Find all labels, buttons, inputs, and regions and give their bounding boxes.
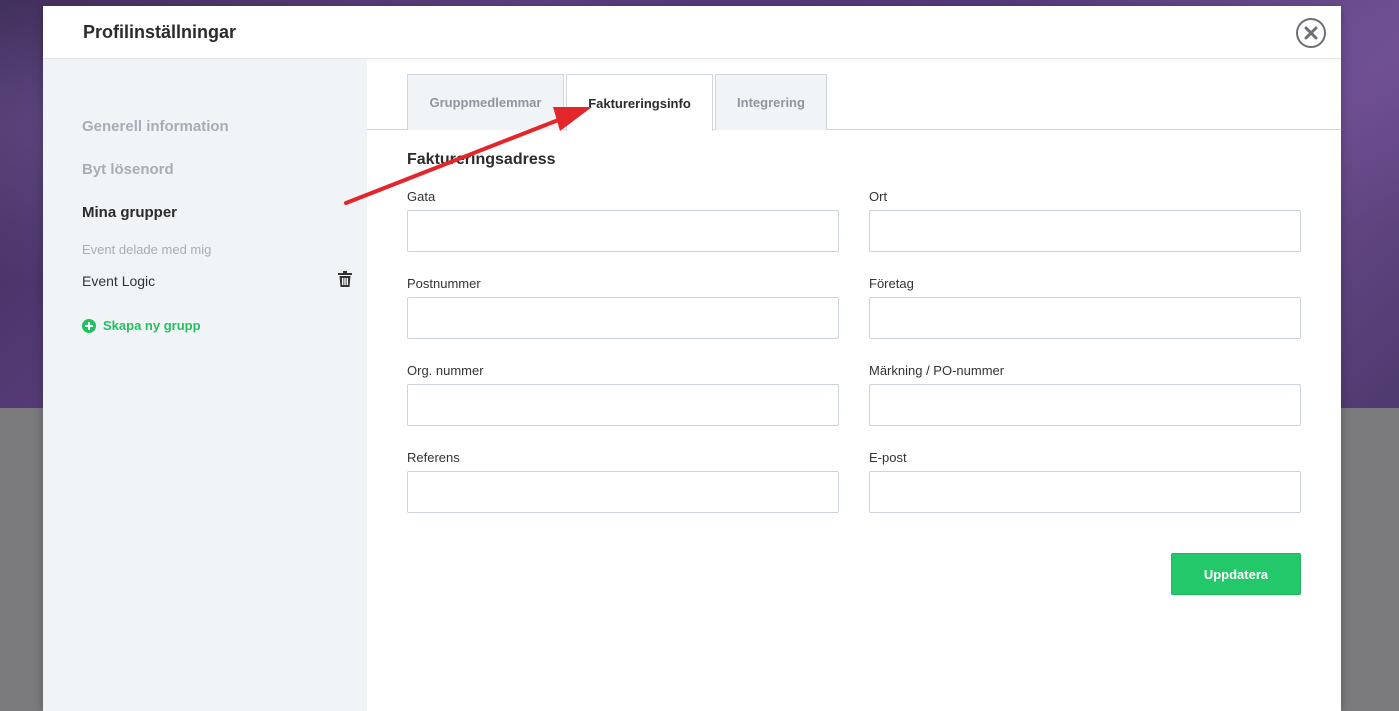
- section-title: Faktureringsadress: [407, 151, 556, 168]
- update-button[interactable]: Uppdatera: [1171, 553, 1301, 595]
- reference-input[interactable]: [407, 471, 839, 513]
- postal-code-input[interactable]: [407, 297, 839, 339]
- sidebar-item-my-groups[interactable]: Mina grupper: [82, 204, 177, 221]
- tab-group-members[interactable]: Gruppmedlemmar: [407, 74, 564, 130]
- modal-title: Profilinställningar: [83, 22, 237, 42]
- tab-billing-info[interactable]: Faktureringsinfo: [566, 74, 713, 131]
- reference-label: Referens: [407, 450, 460, 465]
- sidebar-item-change-password[interactable]: Byt lösenord: [82, 161, 174, 178]
- city-label: Ort: [869, 189, 888, 204]
- po-number-input[interactable]: [869, 384, 1301, 426]
- org-number-label: Org. nummer: [407, 363, 484, 378]
- shared-events-heading: Event delade med mig: [82, 242, 212, 257]
- create-group-button[interactable]: Skapa ny grupp: [82, 318, 201, 333]
- profile-settings-modal: Profilinställningar Generell information…: [43, 6, 1341, 711]
- sidebar-item-general-info[interactable]: Generell information: [82, 118, 229, 135]
- street-input[interactable]: [407, 210, 839, 252]
- group-item-event-logic[interactable]: Event Logic: [82, 273, 155, 289]
- sidebar: Generell information Byt lösenord Mina g…: [43, 59, 367, 711]
- postal-code-label: Postnummer: [407, 276, 481, 291]
- company-input[interactable]: [869, 297, 1301, 339]
- plus-circle-icon: [82, 318, 96, 333]
- street-label: Gata: [407, 189, 436, 204]
- tab-integration[interactable]: Integrering: [715, 74, 827, 130]
- modal-header: Profilinställningar: [43, 6, 1341, 59]
- city-input[interactable]: [869, 210, 1301, 252]
- close-icon: [1304, 26, 1318, 40]
- trash-icon[interactable]: [338, 271, 352, 287]
- create-group-label: Skapa ny grupp: [103, 318, 201, 333]
- email-input[interactable]: [869, 471, 1301, 513]
- company-label: Företag: [869, 276, 914, 291]
- email-label: E-post: [869, 450, 907, 465]
- po-number-label: Märkning / PO-nummer: [869, 363, 1005, 378]
- close-button[interactable]: [1296, 18, 1326, 48]
- org-number-input[interactable]: [407, 384, 839, 426]
